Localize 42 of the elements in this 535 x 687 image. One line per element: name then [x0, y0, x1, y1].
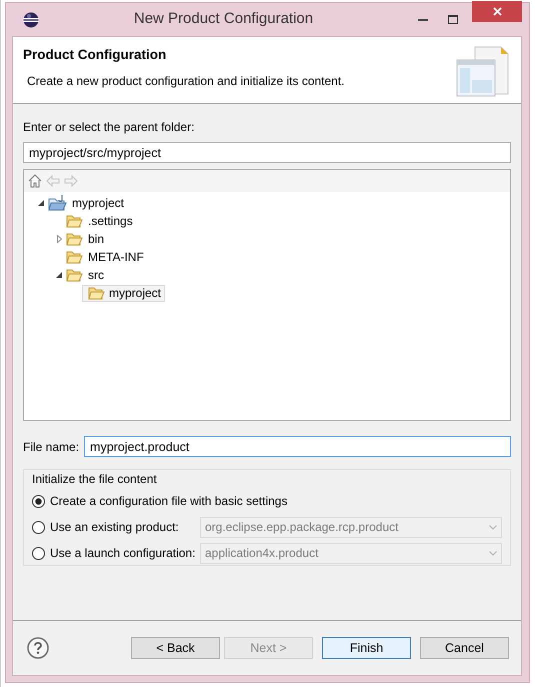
close-icon — [492, 7, 502, 16]
dialog-button[interactable]: Cancel — [420, 637, 509, 659]
project-folder-icon — [48, 195, 67, 211]
folder-icon — [66, 214, 83, 228]
option-label[interactable]: Use an existing product: — [50, 518, 179, 536]
help-icon[interactable] — [27, 637, 49, 659]
radio-button[interactable] — [32, 494, 45, 508]
tree-item[interactable]: bin — [84, 230, 108, 248]
tree-item[interactable]: META-INF — [84, 248, 148, 266]
maximize-icon — [448, 15, 458, 24]
folder-icon — [66, 232, 83, 246]
tree-item[interactable]: src — [84, 266, 108, 284]
close-button[interactable] — [472, 1, 522, 22]
expanded-arrow-icon[interactable] — [56, 272, 62, 278]
minimize-icon — [418, 18, 428, 20]
chevron-down-icon — [489, 550, 497, 556]
field-label: Enter or select the parent folder: — [23, 119, 196, 136]
tree-item[interactable]: myproject — [82, 284, 166, 302]
tree-item[interactable]: myproject — [68, 194, 128, 212]
window-title: New Product Configuration — [132, 9, 314, 30]
page-description: Create a new product configuration and initialize its content. — [27, 73, 346, 90]
page-title: Product Configuration — [23, 46, 168, 64]
field-label: File name: — [23, 438, 80, 456]
folder-icon — [66, 268, 83, 282]
option-label[interactable]: Use a launch configuration: — [50, 544, 196, 562]
group-title: Initialize the file content — [32, 471, 157, 488]
product-wizard-icon — [455, 45, 511, 99]
eclipse-logo-icon — [23, 12, 39, 28]
folder-path-field[interactable]: myproject/src/myproject — [23, 142, 511, 163]
expanded-arrow-icon[interactable] — [38, 200, 44, 206]
dialog-button[interactable]: Finish — [322, 637, 411, 659]
collapsed-arrow-icon[interactable] — [56, 235, 62, 243]
dialog-button[interactable]: < Back — [131, 637, 220, 659]
chevron-down-icon — [489, 524, 497, 530]
radio-button[interactable] — [32, 520, 45, 534]
home-icon[interactable] — [28, 174, 42, 188]
option-label[interactable]: Create a configuration file with basic settings — [50, 492, 288, 510]
folder-icon — [66, 250, 83, 264]
folder-icon — [88, 286, 105, 300]
radio-button[interactable] — [32, 546, 45, 560]
tree-item[interactable]: .settings — [84, 212, 137, 230]
file-name-field[interactable]: myproject.product — [84, 436, 511, 457]
